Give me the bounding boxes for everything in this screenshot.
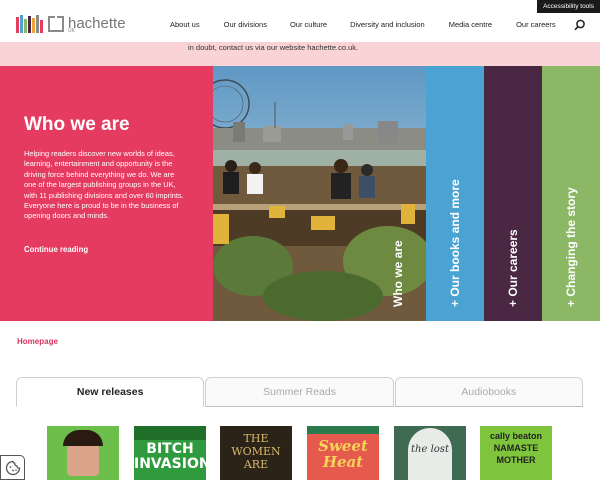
hero-title: Who we are bbox=[24, 114, 130, 135]
book-cover-title: the lost bbox=[411, 444, 449, 455]
book-cover-title: BITCH INVASION bbox=[134, 441, 206, 472]
book-cover[interactable]: THE WOMEN ARE bbox=[220, 426, 292, 480]
nav-our-divisions[interactable]: Our divisions bbox=[224, 20, 267, 29]
changing-the-story-panel[interactable]: + Changing the story bbox=[542, 66, 600, 321]
hero-body-text: Helping readers discover new worlds of i… bbox=[24, 149, 184, 221]
our-careers-panel[interactable]: + Our careers bbox=[484, 66, 542, 321]
our-careers-panel-label: + Our careers bbox=[506, 229, 520, 307]
changing-the-story-panel-label: + Changing the story bbox=[564, 187, 578, 307]
nav-media-centre[interactable]: Media centre bbox=[449, 20, 492, 29]
book-tabs: New releases Summer Reads Audiobooks bbox=[16, 377, 584, 407]
who-we-are-panel-label: Who we are bbox=[391, 240, 405, 307]
hero-section: Who we are Helping readers discover new … bbox=[0, 66, 600, 321]
cookie-settings-button[interactable] bbox=[0, 455, 25, 480]
hero-intro-panel: Who we are Helping readers discover new … bbox=[0, 66, 213, 321]
hachette-h-icon bbox=[48, 16, 64, 32]
book-spines-logo-icon bbox=[16, 15, 44, 33]
accessibility-tools-button[interactable]: Accessibility tools bbox=[537, 0, 600, 13]
nav-diversity-inclusion[interactable]: Diversity and inclusion bbox=[350, 20, 425, 29]
book-cover[interactable]: the lost bbox=[394, 426, 466, 480]
cookie-icon bbox=[5, 460, 20, 475]
nav-our-culture[interactable]: Our culture bbox=[290, 20, 327, 29]
book-cover-title: cally beaton NAMASTE MOTHER bbox=[489, 431, 543, 465]
nav-our-careers[interactable]: Our careers bbox=[516, 20, 556, 29]
tab-summer-reads[interactable]: Summer Reads bbox=[205, 377, 394, 407]
book-carousel: BITCH INVASION THE WOMEN ARE Sweet Heat … bbox=[0, 426, 600, 480]
main-nav: About us Our divisions Our culture Diver… bbox=[170, 20, 556, 29]
tab-audiobooks[interactable]: Audiobooks bbox=[394, 377, 583, 407]
notice-text: in doubt, contact us via our website hac… bbox=[188, 43, 359, 52]
hero-photo-panel[interactable]: Who we are bbox=[213, 66, 426, 321]
tab-new-releases[interactable]: New releases bbox=[16, 377, 205, 407]
book-cover-title: Sweet Heat bbox=[318, 437, 368, 471]
book-cover[interactable]: BITCH INVASION bbox=[134, 426, 206, 480]
continue-reading-link[interactable]: Continue reading bbox=[24, 245, 88, 254]
book-cover[interactable]: Sweet Heat bbox=[307, 426, 379, 480]
book-cover-title: THE WOMEN ARE bbox=[231, 432, 281, 471]
search-icon[interactable] bbox=[574, 19, 586, 31]
book-cover[interactable]: cally beaton NAMASTE MOTHER bbox=[480, 426, 552, 480]
breadcrumb-homepage[interactable]: Homepage bbox=[17, 337, 58, 346]
logo-text: hachette bbox=[68, 15, 126, 32]
our-books-panel[interactable]: + Our books and more bbox=[426, 66, 484, 321]
notice-banner: in doubt, contact us via our website hac… bbox=[0, 42, 600, 66]
our-books-panel-label: + Our books and more bbox=[448, 179, 462, 307]
logo-subtext: UK bbox=[68, 28, 75, 34]
book-cover[interactable] bbox=[47, 426, 119, 480]
site-header: hachette UK Accessibility tools About us… bbox=[0, 0, 600, 48]
nav-about-us[interactable]: About us bbox=[170, 20, 200, 29]
